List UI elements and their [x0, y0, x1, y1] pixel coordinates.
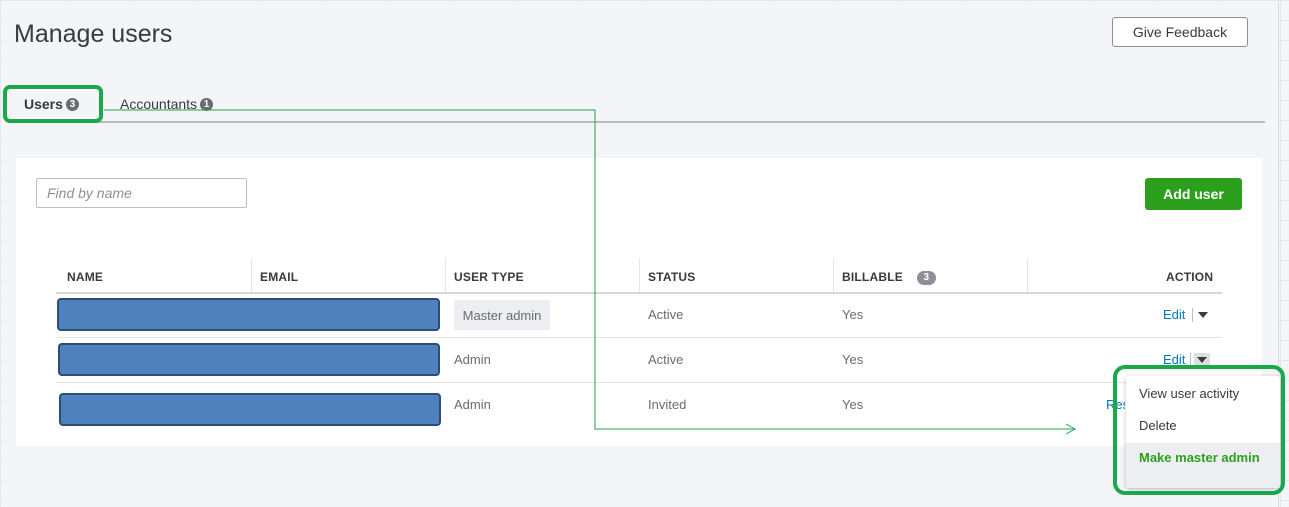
annotation-arrow	[104, 109, 1077, 435]
menu-annotation-highlight	[1113, 365, 1285, 495]
